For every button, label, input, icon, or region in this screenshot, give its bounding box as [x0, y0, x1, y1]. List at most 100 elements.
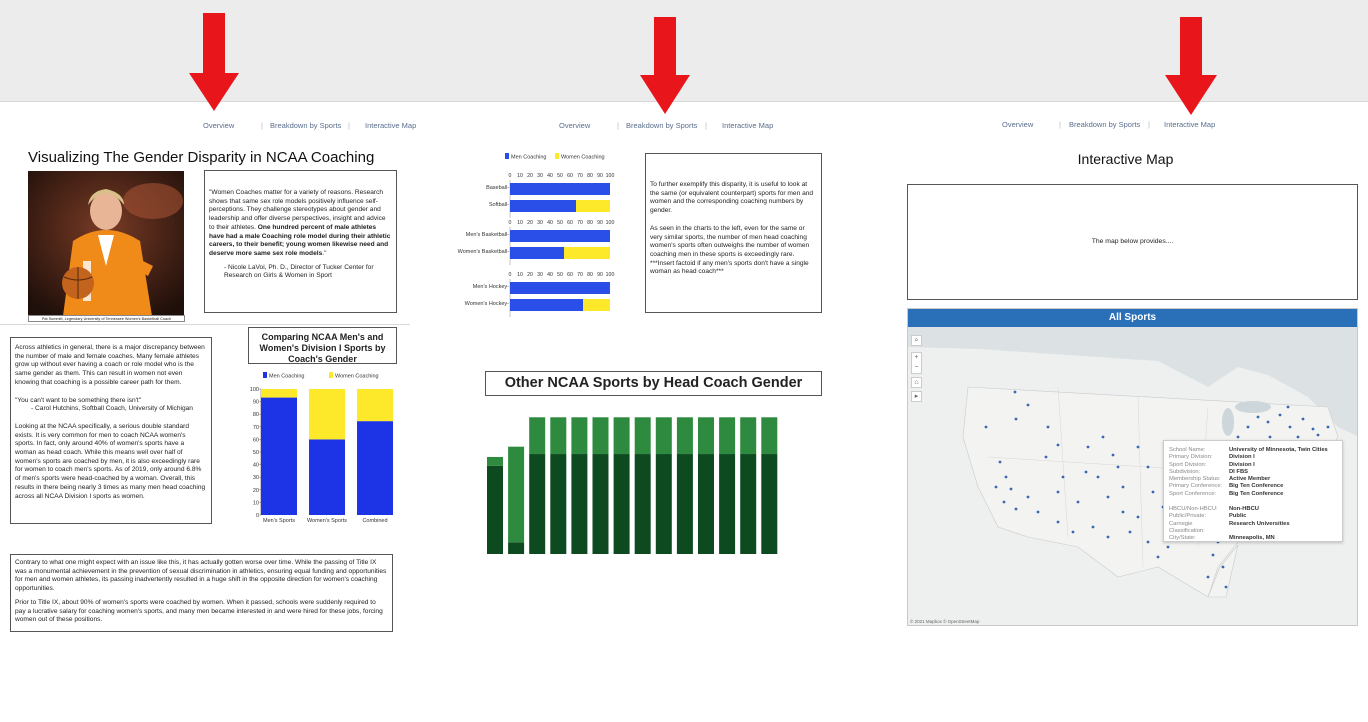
bar-bottom: [613, 454, 630, 554]
bar-bottom: [676, 454, 693, 554]
bar-top: [613, 417, 630, 455]
expand-arrow-icon[interactable]: ▸: [911, 391, 922, 402]
tooltip-row: Membership Status: Active Member: [1169, 476, 1337, 483]
x-tick-label: 10: [517, 220, 523, 226]
map-search-icon[interactable]: ⌕: [911, 335, 922, 346]
y-tick-label: 50: [253, 450, 259, 456]
y-tick-label: 0: [256, 513, 259, 519]
nav-breakdown-link[interactable]: Breakdown by Sports: [1069, 120, 1140, 129]
legend-swatch-men: [263, 372, 267, 378]
school-location-dot: [1061, 475, 1065, 479]
bar-bottom: [719, 454, 736, 554]
bar-women: [261, 389, 297, 398]
x-tick-label: Men's Sports: [263, 518, 295, 524]
map-title: All Sports: [908, 309, 1357, 327]
tooltip-key: Membership Status:: [1169, 476, 1221, 483]
legend-label: Men Coaching: [269, 374, 304, 380]
bar-top: [487, 456, 503, 466]
school-location-dot: [1056, 443, 1060, 447]
x-tick-label: 100: [606, 173, 615, 179]
nav-overview-link[interactable]: Overview: [1002, 120, 1033, 129]
tooltip-key: HBCU/Non-HBCU:: [1169, 506, 1218, 513]
x-tick-label: 30: [537, 173, 543, 179]
y-tick-label: 20: [253, 488, 259, 494]
school-location-dot: [1268, 435, 1272, 439]
quote-end: .": [322, 249, 327, 257]
tooltip-row: Subdivision: DI FBS: [1169, 469, 1337, 476]
school-location-dot: [1014, 417, 1018, 421]
school-location-dot: [1026, 495, 1030, 499]
x-tick-label: 70: [577, 173, 583, 179]
y-tick-label: 80: [253, 412, 259, 418]
bar-women: [583, 299, 610, 311]
y-tick-label: 10: [253, 500, 259, 506]
nav-breakdown-link[interactable]: Breakdown by Sports: [626, 121, 697, 130]
coach-photo: [28, 171, 184, 316]
bar-top: [529, 417, 546, 455]
x-tick-label: 100: [606, 272, 615, 278]
tooltip-key: Subdivision:: [1169, 468, 1201, 475]
bar-women: [564, 247, 610, 259]
category-label: Men's Hockey-: [473, 284, 509, 290]
school-location-dot: [1311, 427, 1315, 431]
tooltip-key: City/State:: [1169, 535, 1196, 542]
school-location-dot: [1106, 495, 1110, 499]
nav-overview-link[interactable]: Overview: [559, 121, 590, 130]
zoom-in-icon[interactable]: +: [911, 352, 922, 363]
x-tick-label: 80: [587, 272, 593, 278]
bar-women: [309, 389, 345, 440]
nav-separator: |: [1148, 120, 1150, 129]
x-tick-label: 10: [517, 173, 523, 179]
category-label: Women's Basketball-: [458, 249, 510, 255]
school-location-dot: [1136, 445, 1140, 449]
school-location-dot: [1014, 507, 1018, 511]
nav-overview-link[interactable]: Overview: [203, 121, 234, 130]
tooltip-value: DI FBS: [1229, 468, 1249, 475]
school-location-dot: [1056, 520, 1060, 524]
nav-map-link[interactable]: Interactive Map: [365, 121, 416, 130]
bar-men: [309, 439, 345, 515]
zoom-out-icon[interactable]: −: [911, 363, 922, 374]
x-tick-label: 40: [547, 173, 553, 179]
tooltip-key: School Name:: [1169, 447, 1206, 453]
other-sports-chart: [487, 417, 778, 554]
gender-comparison-chart: Men Coaching Women Coaching 0 10 20 30 40 50 60 7…: [250, 372, 393, 524]
nav-separator: |: [348, 121, 350, 130]
tooltip-value: Public: [1229, 513, 1247, 520]
title-ix-text-box: Contrary to what one might expect with a…: [10, 554, 393, 632]
x-tick-label: 40: [547, 272, 553, 278]
tooltip-value: Active Member: [1229, 476, 1271, 483]
bar-men: [510, 282, 610, 294]
nav-map-link[interactable]: Interactive Map: [1164, 120, 1215, 129]
nav-breakdown-link[interactable]: Breakdown by Sports: [270, 121, 341, 130]
tooltip-value: Division I: [1229, 461, 1255, 468]
page-title: Visualizing The Gender Disparity in NCAA…: [28, 149, 375, 166]
x-tick-label: 60: [567, 220, 573, 226]
bar-men: [510, 200, 576, 212]
tooltip-row: Public/Private: Public: [1169, 513, 1337, 520]
x-tick-label: 70: [577, 272, 583, 278]
map-intro-box: The map below provides....: [907, 184, 1358, 300]
nav-map-link[interactable]: Interactive Map: [722, 121, 773, 130]
x-tick-label: 50: [557, 220, 563, 226]
x-tick-label: 50: [557, 272, 563, 278]
tooltip-value: University of Minnesota, Twin Cities: [1229, 447, 1328, 453]
tooltip-value: Research Universities: [1229, 520, 1290, 527]
explanation-paragraph: To further exemplify this disparity, it …: [650, 181, 814, 215]
school-location-dot: [1071, 530, 1075, 534]
tooltip-row: HBCU/Non-HBCU: Non-HBCU: [1169, 506, 1337, 513]
bar-men: [510, 247, 564, 259]
home-icon[interactable]: ⌂: [911, 377, 922, 388]
school-location-dot: [1256, 415, 1260, 419]
school-location-dot: [1316, 433, 1320, 437]
tooltip-key: [1169, 498, 1229, 506]
x-tick-label: 100: [606, 220, 615, 226]
x-tick-label: 60: [567, 272, 573, 278]
school-location-dot: [1206, 575, 1210, 579]
x-tick-label: 60: [567, 173, 573, 179]
school-location-dot: [1101, 435, 1105, 439]
school-location-dot: [1211, 553, 1215, 557]
bar-top: [592, 417, 609, 455]
tooltip-row: Sport Conference: Big Ten Conference: [1169, 491, 1337, 498]
bar-bottom: [508, 542, 525, 554]
